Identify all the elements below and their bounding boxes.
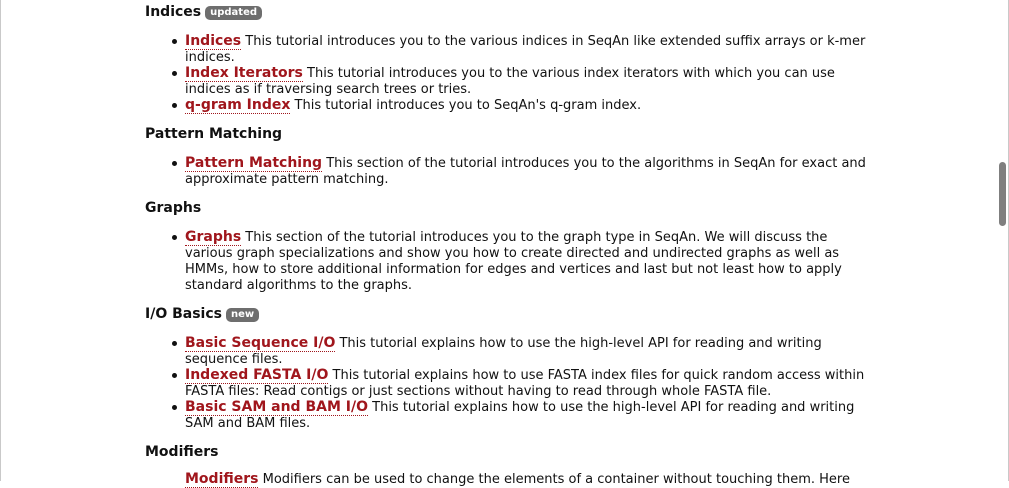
list-item: Indices This tutorial introduces you to … bbox=[172, 33, 875, 66]
section-heading-indices: Indices updated bbox=[145, 3, 263, 21]
section-heading-io-basics: I/O Basics new bbox=[145, 305, 260, 323]
graphs-link[interactable]: Graphs bbox=[185, 229, 242, 246]
qgram-index-link[interactable]: q-gram Index bbox=[185, 97, 291, 114]
list-item: Indexed FASTA I/O This tutorial explains… bbox=[172, 367, 875, 400]
bullet-icon bbox=[172, 161, 177, 166]
bullet-icon bbox=[172, 71, 177, 76]
list-item: Graphs This section of the tutorial intr… bbox=[172, 229, 875, 294]
bullet-icon bbox=[172, 39, 177, 44]
new-badge: new bbox=[225, 308, 260, 322]
bullet-icon bbox=[172, 103, 177, 108]
item-description: This tutorial introduces you to the vari… bbox=[185, 34, 866, 65]
list-item: q-gram Index This tutorial introduces yo… bbox=[172, 97, 875, 114]
section-heading-graphs: Graphs bbox=[145, 199, 201, 217]
section-title: Pattern Matching bbox=[145, 126, 283, 142]
bullet-icon bbox=[172, 341, 177, 346]
bullet-icon bbox=[172, 235, 177, 240]
pattern-matching-link[interactable]: Pattern Matching bbox=[185, 155, 323, 172]
scrollbar-thumb[interactable] bbox=[999, 162, 1006, 226]
list-item: Modifiers Modifiers can be used to chang… bbox=[185, 471, 875, 488]
section-heading-pattern-matching: Pattern Matching bbox=[145, 125, 282, 143]
list-item: Basic SAM and BAM I/O This tutorial expl… bbox=[172, 399, 875, 432]
list-item: Basic Sequence I/O This tutorial explain… bbox=[172, 335, 875, 368]
section-title: Modifiers bbox=[145, 444, 219, 460]
bullet-icon bbox=[172, 373, 177, 378]
window-border-left bbox=[0, 0, 1, 481]
item-description: This section of the tutorial introduces … bbox=[185, 230, 842, 293]
updated-badge: updated bbox=[205, 6, 263, 20]
section-heading-modifiers: Modifiers bbox=[145, 443, 218, 461]
indices-link[interactable]: Indices bbox=[185, 33, 242, 50]
index-iterators-link[interactable]: Index Iterators bbox=[185, 65, 303, 82]
section-title: Graphs bbox=[145, 200, 202, 216]
modifiers-link[interactable]: Modifiers bbox=[185, 471, 259, 488]
section-title: I/O Basics bbox=[145, 306, 222, 322]
indexed-fasta-io-link[interactable]: Indexed FASTA I/O bbox=[185, 367, 329, 384]
item-description: Modifiers can be used to change the elem… bbox=[258, 472, 850, 487]
item-description: This tutorial introduces you to SeqAn's … bbox=[290, 98, 642, 113]
list-item: Index Iterators This tutorial introduces… bbox=[172, 65, 875, 98]
basic-sequence-io-link[interactable]: Basic Sequence I/O bbox=[185, 335, 336, 352]
basic-sam-bam-io-link[interactable]: Basic SAM and BAM I/O bbox=[185, 399, 368, 416]
section-title: Indices bbox=[145, 4, 202, 20]
list-item: Pattern Matching This section of the tut… bbox=[172, 155, 875, 188]
bullet-icon bbox=[172, 405, 177, 410]
